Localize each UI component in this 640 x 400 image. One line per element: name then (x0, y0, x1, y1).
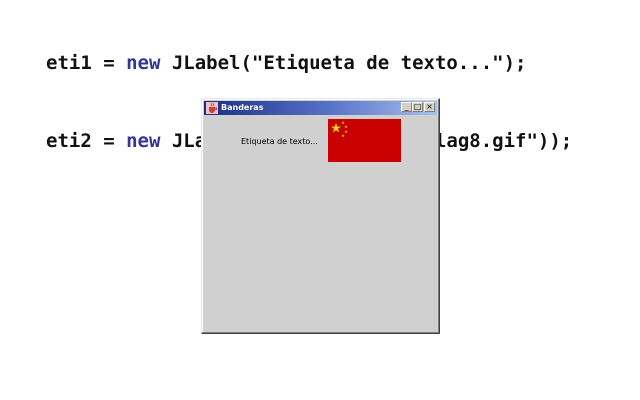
close-button[interactable]: × (424, 102, 435, 112)
china-flag-icon (328, 119, 401, 162)
code-text: JLabel("Etiqueta de texto..."); (160, 52, 527, 74)
code-text: eti2 = (46, 130, 127, 152)
minimize-button[interactable]: _ (401, 102, 412, 112)
title-bar[interactable]: Banderas _ □ × (204, 101, 437, 115)
keyword-new: new (126, 52, 161, 74)
content-pane: Etiqueta de texto... (204, 116, 437, 331)
java-cup-icon (206, 102, 218, 114)
code-text: eti1 = (46, 52, 127, 74)
window-title: Banderas (221, 103, 264, 112)
code-line-1: eti1 = new JLabel("Etiqueta de texto..."… (46, 50, 572, 84)
keyword-new: new (126, 130, 161, 152)
banderas-window: Banderas _ □ × Etiqueta de texto... (201, 98, 440, 334)
text-label: Etiqueta de texto... (241, 137, 318, 146)
maximize-button[interactable]: □ (412, 102, 423, 112)
